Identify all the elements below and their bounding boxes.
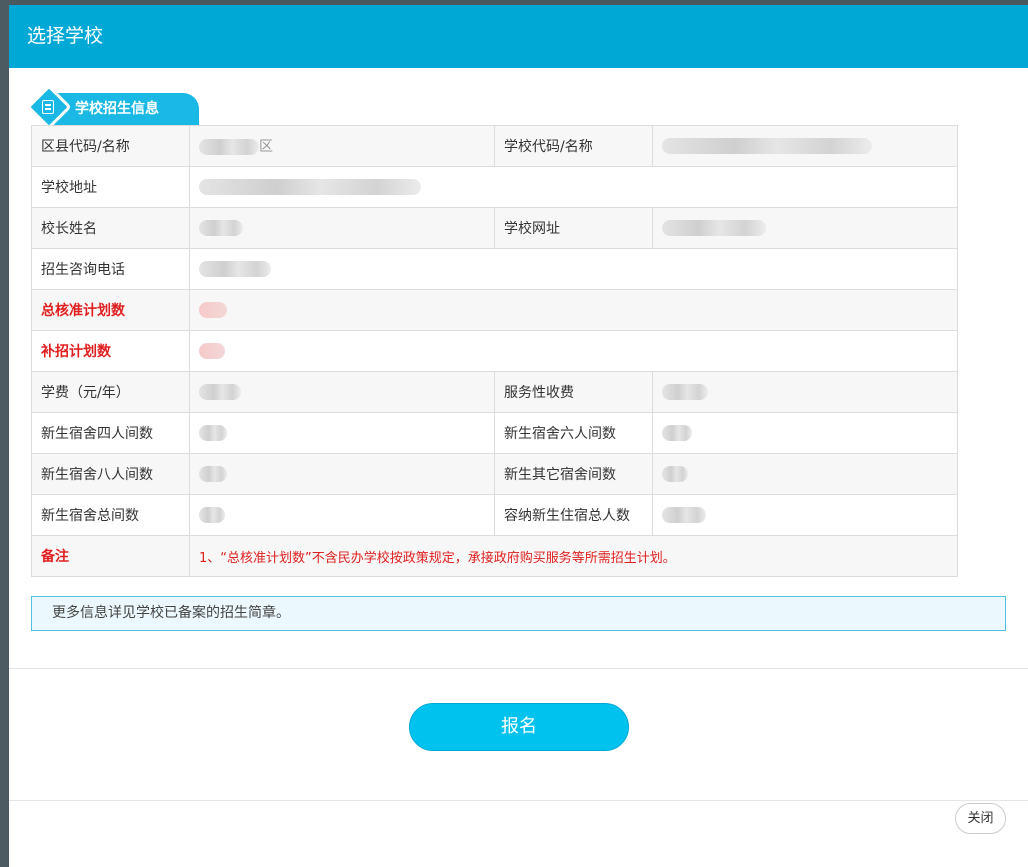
- district-value: 区: [189, 125, 495, 167]
- redacted-value: [662, 507, 706, 523]
- redacted-value: [199, 261, 271, 277]
- section-title: 学校招生信息: [75, 101, 159, 117]
- table-row: 区县代码/名称 区 学校代码/名称: [31, 125, 958, 167]
- table-row: 学费（元/年） 服务性收费: [31, 371, 958, 413]
- total-plan-label: 总核准计划数: [31, 289, 190, 331]
- phone-value: [189, 248, 958, 290]
- service-fee-value: [652, 371, 958, 413]
- redacted-value: [199, 139, 259, 155]
- divider: [9, 800, 1028, 801]
- redacted-value: [662, 425, 692, 441]
- redacted-value: [199, 302, 227, 318]
- address-label: 学校地址: [31, 166, 190, 208]
- principal-label: 校长姓名: [31, 207, 190, 249]
- service-fee-label: 服务性收费: [494, 371, 653, 413]
- district-value-suffix: 区: [259, 139, 273, 155]
- dorm8-label: 新生宿舍八人间数: [31, 453, 190, 495]
- table-row: 招生咨询电话: [31, 248, 958, 290]
- redacted-value: [199, 425, 227, 441]
- capacity-label: 容纳新生住宿总人数: [494, 494, 653, 536]
- signup-button[interactable]: 报名: [409, 703, 629, 751]
- dorm4-label: 新生宿舍四人间数: [31, 412, 190, 454]
- principal-value: [189, 207, 495, 249]
- table-row: 学校地址: [31, 166, 958, 208]
- document-icon-glyph: [42, 100, 54, 114]
- school-info-table: 区县代码/名称 区 学校代码/名称 学校地址 校长姓名 学校网址 招生咨询电话 …: [31, 125, 958, 577]
- table-row: 备注 1、“总核准计划数”不含民办学校按政策规定，承接政府购买服务等所需招生计划…: [31, 535, 958, 577]
- total-plan-value: [189, 289, 958, 331]
- dorm8-value: [189, 453, 495, 495]
- district-label: 区县代码/名称: [31, 125, 190, 167]
- redacted-value: [662, 384, 708, 400]
- dorm-total-label: 新生宿舍总间数: [31, 494, 190, 536]
- dorm6-label: 新生宿舍六人间数: [494, 412, 653, 454]
- table-row: 总核准计划数: [31, 289, 958, 331]
- table-row: 新生宿舍四人间数 新生宿舍六人间数: [31, 412, 958, 454]
- redacted-value: [199, 179, 421, 195]
- table-row: 校长姓名 学校网址: [31, 207, 958, 249]
- supplement-plan-value: [189, 330, 958, 372]
- address-value: [189, 166, 958, 208]
- redacted-value: [199, 343, 225, 359]
- close-button[interactable]: 关闭: [955, 803, 1006, 834]
- table-row: 补招计划数: [31, 330, 958, 372]
- dorm4-value: [189, 412, 495, 454]
- tuition-value: [189, 371, 495, 413]
- remark-label: 备注: [31, 535, 190, 577]
- info-notice: 更多信息详见学校已备案的招生简章。: [31, 596, 1006, 631]
- divider: [9, 668, 1028, 669]
- dorm6-value: [652, 412, 958, 454]
- section-tab: 学校招生信息: [26, 84, 199, 130]
- website-value: [652, 207, 958, 249]
- dorm-other-value: [652, 453, 958, 495]
- website-label: 学校网址: [494, 207, 653, 249]
- redacted-value: [199, 220, 243, 236]
- redacted-value: [662, 220, 766, 236]
- school-code-value: [652, 125, 958, 167]
- school-code-label: 学校代码/名称: [494, 125, 653, 167]
- redacted-value: [662, 138, 872, 154]
- dorm-total-value: [189, 494, 495, 536]
- phone-label: 招生咨询电话: [31, 248, 190, 290]
- redacted-value: [199, 507, 225, 523]
- tuition-label: 学费（元/年）: [31, 371, 190, 413]
- capacity-value: [652, 494, 958, 536]
- redacted-value: [199, 466, 227, 482]
- table-row: 新生宿舍总间数 容纳新生住宿总人数: [31, 494, 958, 536]
- dialog-title: 选择学校: [9, 5, 1028, 68]
- dorm-other-label: 新生其它宿舍间数: [494, 453, 653, 495]
- select-school-dialog: 选择学校 学校招生信息 区县代码/名称 区 学校代码/名称 学校地址 校长姓名 …: [9, 5, 1028, 867]
- remark-value: 1、“总核准计划数”不含民办学校按政策规定，承接政府购买服务等所需招生计划。: [189, 535, 958, 577]
- redacted-value: [199, 384, 241, 400]
- supplement-plan-label: 补招计划数: [31, 330, 190, 372]
- table-row: 新生宿舍八人间数 新生其它宿舍间数: [31, 453, 958, 495]
- redacted-value: [662, 466, 688, 482]
